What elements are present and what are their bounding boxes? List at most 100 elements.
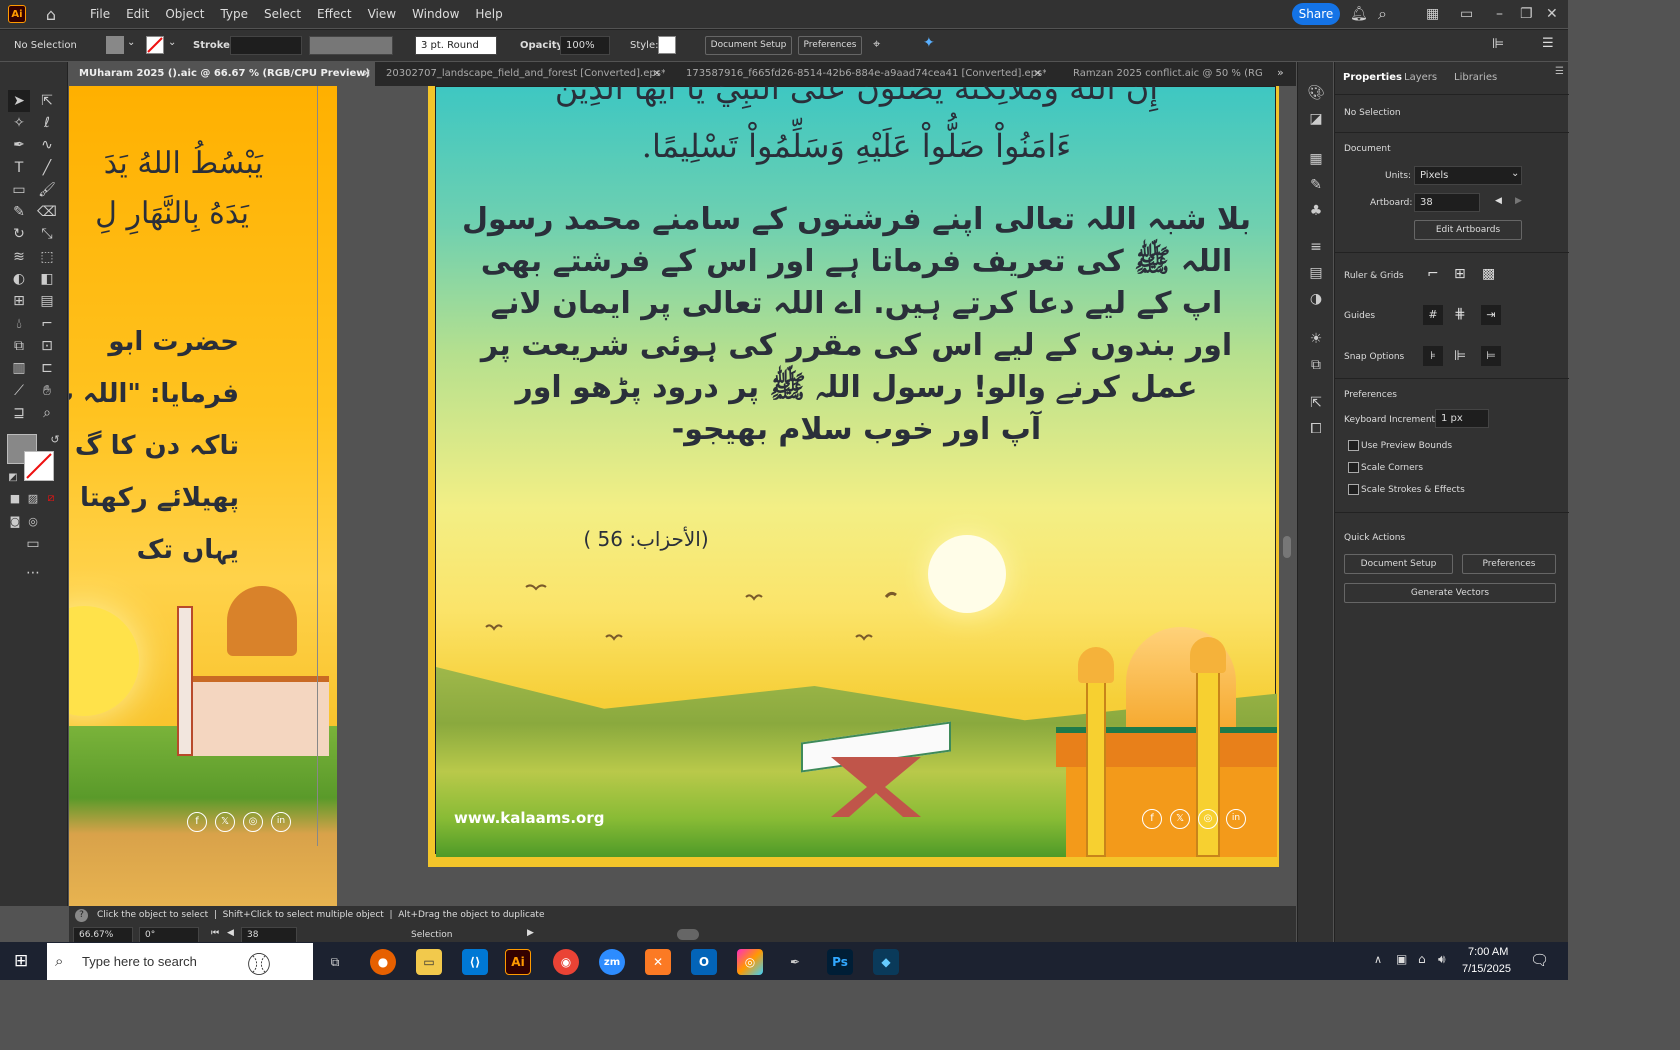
minimize-icon[interactable]: –: [1496, 6, 1503, 22]
blend-tool-icon[interactable]: ⧉: [8, 335, 30, 357]
generative-icon[interactable]: ✦: [923, 35, 935, 51]
notification-area-icon[interactable]: ▣: [1396, 952, 1407, 966]
panel-menu-icon[interactable]: ☰: [1555, 66, 1564, 77]
lasso-icon[interactable]: ℓ: [36, 112, 58, 134]
style-swatch[interactable]: [658, 36, 676, 54]
brushes-icon[interactable]: ✎: [1305, 174, 1327, 196]
menu-type[interactable]: Type: [212, 0, 256, 28]
artboard-tool-icon[interactable]: ⊏: [36, 357, 58, 379]
slice-tool-icon[interactable]: ⟋: [8, 380, 30, 402]
eraser-icon[interactable]: ⌫: [36, 201, 58, 223]
ruler-icon[interactable]: ⌐: [1427, 266, 1439, 282]
edit-artboards-button[interactable]: Edit Artboards: [1414, 220, 1522, 240]
notifications-icon[interactable]: 🗨︎: [1530, 951, 1549, 969]
magic-wand-icon[interactable]: ✧: [8, 112, 30, 134]
chevron-down-icon[interactable]: ⌄: [127, 37, 135, 48]
grid-icon[interactable]: ⊞: [1454, 266, 1466, 282]
vertical-scroll-thumb[interactable]: [1283, 536, 1291, 558]
default-colors-icon[interactable]: ◩: [2, 466, 24, 488]
export-icon[interactable]: ⇱: [1305, 392, 1327, 414]
none-mode-icon[interactable]: ⧄: [40, 487, 62, 509]
preferences-button[interactable]: Preferences: [798, 36, 862, 55]
color-panel-icon[interactable]: 🎨︎: [1305, 82, 1327, 104]
measure-icon[interactable]: ⌐: [36, 313, 58, 335]
next-artboard-icon[interactable]: ▶: [1515, 196, 1522, 206]
paintbrush-icon[interactable]: 🖌︎: [36, 179, 58, 201]
tabs-overflow-icon[interactable]: »: [1277, 66, 1284, 79]
transparency-icon[interactable]: ◑: [1305, 288, 1327, 310]
menu-view[interactable]: View: [360, 0, 404, 28]
xampp-icon[interactable]: ✕: [645, 949, 671, 975]
appearance-icon[interactable]: ☀: [1305, 328, 1327, 350]
menu-window[interactable]: Window: [404, 0, 467, 28]
stroke-panel-icon[interactable]: ≡: [1305, 236, 1327, 258]
rotation-input[interactable]: 0°: [139, 927, 199, 943]
type-tool-icon[interactable]: T: [8, 157, 30, 179]
document-setup-button[interactable]: Document Setup: [705, 36, 792, 55]
stroke-color-swatch[interactable]: [24, 451, 54, 481]
share-button[interactable]: Share: [1292, 3, 1340, 25]
use-preview-bounds-checkbox[interactable]: [1348, 440, 1359, 451]
menu-edit[interactable]: Edit: [118, 0, 157, 28]
tab-muharam[interactable]: MUharam 2025 ().aic @ 66.67 % (RGB/CPU P…: [69, 62, 375, 86]
eyedropper-icon[interactable]: 💧︎: [8, 313, 30, 335]
tab-ramzan[interactable]: Ramzan 2025 conflict.aic @ 50 % (RGB: [1063, 62, 1263, 86]
tab-properties[interactable]: Properties: [1343, 72, 1402, 83]
print-tiling-icon[interactable]: ⊒: [8, 402, 30, 424]
close-icon[interactable]: ×: [1034, 62, 1042, 86]
vscode-icon[interactable]: ⟨⟩: [462, 949, 488, 975]
shaper-tool-icon[interactable]: ✎: [8, 201, 30, 223]
menu-select[interactable]: Select: [256, 0, 309, 28]
generate-vectors-button[interactable]: Generate Vectors: [1344, 583, 1556, 603]
preferences-button[interactable]: Preferences: [1462, 554, 1556, 574]
network-icon[interactable]: ⌂: [1418, 952, 1426, 966]
lock-guides-icon[interactable]: ⋕: [1454, 306, 1466, 322]
menu-effect[interactable]: Effect: [309, 0, 360, 28]
draw-behind-icon[interactable]: ◎: [22, 510, 44, 532]
zoom-input[interactable]: 66.67%: [73, 927, 133, 943]
more-tools-icon[interactable]: ⋯: [22, 562, 44, 584]
file-explorer-icon[interactable]: ▭: [416, 949, 442, 975]
transparency-grid-icon[interactable]: ▩: [1482, 266, 1495, 282]
pen-tool-icon[interactable]: ✒: [8, 134, 30, 156]
play-icon[interactable]: ▶: [527, 928, 534, 938]
smart-guides-icon[interactable]: ⇥: [1481, 305, 1501, 325]
tab-libraries[interactable]: Libraries: [1454, 72, 1497, 83]
creative-cloud-icon[interactable]: ◎: [737, 949, 763, 975]
workspace-icon[interactable]: ▦: [1426, 6, 1439, 22]
curvature-tool-icon[interactable]: ∿: [36, 134, 58, 156]
shape-builder-icon[interactable]: ◐: [8, 268, 30, 290]
document-setup-button[interactable]: Document Setup: [1344, 554, 1453, 574]
home-icon[interactable]: ⌂: [40, 4, 62, 24]
firefox-icon[interactable]: ●: [370, 949, 396, 975]
rotate-tool-icon[interactable]: ↻: [8, 223, 30, 245]
taskbar-search-box[interactable]: ⌕ Type here to search ⚾︎: [47, 943, 313, 980]
previous-artboard-icon[interactable]: ◀: [1495, 196, 1502, 206]
symbol-sprayer-icon[interactable]: ⊡: [36, 335, 58, 357]
illustrator-icon[interactable]: Ai: [505, 949, 531, 975]
direct-selection-tool-icon[interactable]: ⇱: [36, 90, 58, 112]
artboard-nav-input[interactable]: 38: [241, 927, 297, 943]
close-icon[interactable]: ✕: [1546, 6, 1558, 22]
clock-time[interactable]: 7:00 AM: [1468, 946, 1508, 958]
volume-icon[interactable]: 🔊︎: [1438, 952, 1446, 967]
column-graph-icon[interactable]: ▥: [8, 357, 30, 379]
gradient-panel-icon[interactable]: ▤: [1305, 262, 1327, 284]
chrome-icon[interactable]: ◉: [553, 949, 579, 975]
menu-help[interactable]: Help: [467, 0, 510, 28]
close-icon[interactable]: ×: [653, 62, 661, 86]
previous-artboard-icon[interactable]: ◀: [227, 928, 234, 938]
snap-to-pixel-icon[interactable]: ⊫: [1454, 348, 1466, 364]
app-icon[interactable]: ◆: [873, 949, 899, 975]
line-tool-icon[interactable]: ╱: [36, 157, 58, 179]
opacity-input[interactable]: 100%: [560, 36, 610, 55]
chevron-up-icon[interactable]: ∧: [1374, 953, 1382, 966]
task-view-icon[interactable]: ⧉: [322, 949, 348, 975]
menu-file[interactable]: File: [82, 0, 118, 28]
fill-swatch[interactable]: [106, 36, 124, 54]
snap-to-glyph-icon[interactable]: ⊨: [1481, 346, 1501, 366]
horizontal-scroll-thumb[interactable]: [677, 929, 699, 940]
live-paint-icon[interactable]: ◧: [36, 268, 58, 290]
free-transform-icon[interactable]: ⬚: [36, 246, 58, 268]
zoom-app-icon[interactable]: zm: [599, 949, 625, 975]
